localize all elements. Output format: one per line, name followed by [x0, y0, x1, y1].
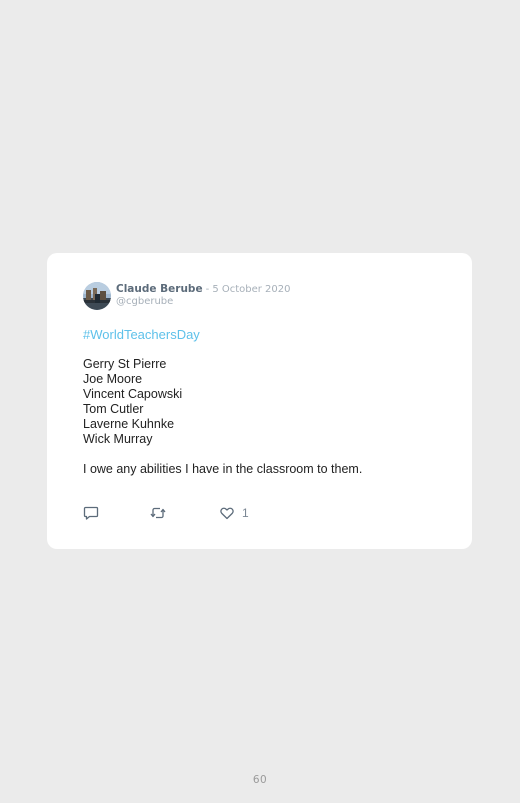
- teacher-names-list: Gerry St Pierre Joe Moore Vincent Capows…: [83, 357, 182, 447]
- date-separator: -: [205, 284, 210, 295]
- reply-icon: [83, 506, 99, 520]
- retweet-icon: [150, 507, 166, 519]
- list-item: Wick Murray: [83, 432, 153, 446]
- list-item: Vincent Capowski: [83, 387, 183, 401]
- reply-button[interactable]: [83, 504, 99, 522]
- tweet-actions: 1: [83, 504, 283, 522]
- like-count: 1: [242, 506, 249, 520]
- page-number: 60: [252, 774, 268, 786]
- author-name[interactable]: Claude Berube: [116, 283, 203, 295]
- list-item: Laverne Kuhnke: [83, 417, 175, 431]
- avatar-image: [83, 282, 111, 310]
- avatar[interactable]: [83, 282, 111, 310]
- list-item: Gerry St Pierre: [83, 357, 167, 371]
- author-line: Claude Berube - 5 October 2020: [116, 283, 291, 296]
- like-button[interactable]: 1: [219, 504, 249, 522]
- list-item: Joe Moore: [83, 372, 143, 386]
- retweet-button[interactable]: [149, 504, 167, 522]
- heart-icon: [220, 507, 234, 520]
- author-handle[interactable]: @cgberube: [116, 296, 173, 307]
- list-item: Tom Cutler: [83, 402, 144, 416]
- tweet-closing-text: I owe any abilities I have in the classr…: [83, 462, 363, 476]
- tweet-date[interactable]: 5 October 2020: [212, 284, 290, 295]
- hashtag-link[interactable]: #WorldTeachersDay: [83, 327, 200, 342]
- page: Claude Berube - 5 October 2020 @cgberube…: [0, 0, 520, 803]
- tweet-card: Claude Berube - 5 October 2020 @cgberube…: [47, 253, 472, 549]
